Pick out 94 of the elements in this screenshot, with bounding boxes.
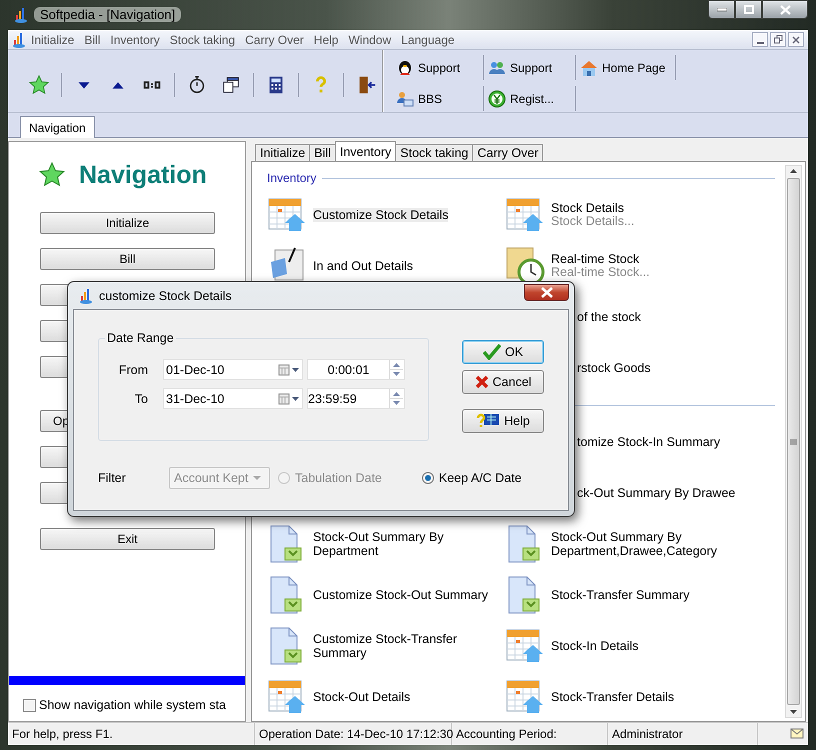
item-link[interactable]: Stock-Out Summary By Department,Drawee,Category xyxy=(551,530,741,558)
module-tab[interactable]: Inventory xyxy=(334,141,396,161)
item-link[interactable]: of the stock xyxy=(577,310,641,324)
star-icon xyxy=(39,162,65,188)
field-label: From xyxy=(118,362,149,376)
grip-icon xyxy=(790,438,797,444)
item-link[interactable]: Customize Stock Details xyxy=(313,208,448,222)
field-label: Filter xyxy=(98,471,127,485)
penguin-icon xyxy=(396,58,414,76)
nav-button[interactable]: Bill xyxy=(40,248,215,270)
module-tab[interactable]: Bill xyxy=(309,144,336,161)
date-field[interactable]: 01-Dec-10 xyxy=(163,359,303,380)
maximize-button[interactable] xyxy=(735,0,762,19)
minimize-icon xyxy=(716,8,726,12)
menu-item[interactable]: Help xyxy=(308,32,344,46)
item-link[interactable]: ck-Out Summary By Drawee xyxy=(577,486,736,500)
app-icon xyxy=(12,32,26,48)
item-link[interactable]: Stock-Out Details xyxy=(313,690,410,704)
module-tab[interactable]: Carry Over xyxy=(472,144,544,161)
status-text: Administrator xyxy=(608,723,758,745)
radio-option[interactable]: Keep A/C Date xyxy=(422,471,522,485)
toolbar-link[interactable]: Support xyxy=(484,55,576,80)
close-button[interactable] xyxy=(762,0,808,19)
status-text: Accounting Period: xyxy=(452,723,608,745)
minimize-button[interactable] xyxy=(708,0,735,19)
menu-item[interactable]: Stock taking xyxy=(164,32,240,46)
house-icon xyxy=(580,58,598,76)
navigation-title: Navigation xyxy=(79,160,207,190)
item-link[interactable]: Real-time Stock xyxy=(551,252,650,266)
app-icon xyxy=(14,7,28,23)
time-field[interactable]: 23:59:59 xyxy=(307,388,405,409)
minimize-icon xyxy=(756,42,764,44)
toolbar-link[interactable]: BBS xyxy=(392,86,484,111)
scrollbar[interactable] xyxy=(785,165,802,718)
module-tab[interactable]: Initialize xyxy=(255,144,310,161)
radio-button[interactable] xyxy=(422,472,434,484)
dialog-button[interactable]: OK xyxy=(462,340,544,364)
checkbox[interactable] xyxy=(23,698,36,712)
group-title: Date Range xyxy=(105,331,176,345)
item-subtitle: Stock Details... xyxy=(551,215,634,228)
check-icon xyxy=(482,344,501,360)
date-field[interactable]: 31-Dec-10 xyxy=(163,388,303,409)
cross-icon xyxy=(474,375,489,389)
minimize-button[interactable] xyxy=(752,32,768,47)
restore-button[interactable] xyxy=(770,32,786,47)
app-icon xyxy=(79,288,93,304)
toolbar-link[interactable]: Support xyxy=(392,55,484,80)
user-card-icon xyxy=(396,90,414,108)
dialog-button[interactable]: Cancel xyxy=(462,370,544,394)
status-text: Operation Date: 14-Dec-10 17:12:30 xyxy=(255,723,452,745)
item-link[interactable]: Customize Stock-Out Summary xyxy=(313,588,488,602)
coin-icon xyxy=(488,90,506,108)
item-link[interactable]: Stock-In Details xyxy=(551,638,639,652)
menu-item[interactable]: Language xyxy=(396,32,460,46)
menu-item[interactable]: Carry Over xyxy=(240,32,309,46)
window-title: Softpedia - [Navigation] xyxy=(34,7,182,22)
menu-item[interactable]: Initialize xyxy=(26,32,80,46)
caret-icon xyxy=(252,475,262,481)
item-link[interactable]: Customize Stock-Transfer Summary xyxy=(313,632,503,660)
close-icon xyxy=(540,287,552,298)
item-link[interactable]: Stock-Transfer Details xyxy=(551,690,674,704)
maximize-icon xyxy=(744,5,754,14)
item-link[interactable]: tomize Stock-In Summary xyxy=(577,434,720,448)
help-icon xyxy=(476,413,500,429)
mail-icon xyxy=(788,726,804,740)
close-button[interactable] xyxy=(524,284,569,301)
item-link[interactable]: In and Out Details xyxy=(313,258,414,272)
dialog-button[interactable]: Help xyxy=(462,409,544,433)
time-field[interactable]: 0:00:01 xyxy=(307,359,405,380)
close-icon xyxy=(792,36,800,44)
close-icon xyxy=(780,4,790,14)
toolbar-link[interactable]: Regist... xyxy=(484,86,576,111)
item-subtitle: Real-time Stock... xyxy=(551,266,650,279)
restore-icon xyxy=(774,35,782,44)
close-button[interactable] xyxy=(788,32,804,47)
toolbar-link[interactable]: Home Page xyxy=(576,55,676,80)
item-link[interactable]: Stock-Transfer Summary xyxy=(551,588,690,602)
spinner-icon[interactable] xyxy=(389,360,404,379)
module-tab[interactable]: Stock taking xyxy=(395,144,474,161)
item-link[interactable]: rstock Goods xyxy=(577,360,651,374)
menu-item[interactable]: Bill xyxy=(79,32,106,46)
status-text: For help, press F1. xyxy=(8,723,255,745)
nav-button[interactable]: Initialize xyxy=(40,212,215,234)
item-link[interactable]: Stock-Out Summary By Department xyxy=(313,530,503,558)
section-title: Inventory xyxy=(267,171,316,185)
nav-button[interactable]: Exit xyxy=(40,528,215,550)
spinner-icon[interactable] xyxy=(389,389,404,408)
field-label: To xyxy=(134,392,149,406)
item-link[interactable]: Stock Details xyxy=(551,201,634,215)
menu-item[interactable]: Window xyxy=(343,32,396,46)
checkbox-label: Show navigation while system sta xyxy=(39,698,226,712)
dialog-title: customize Stock Details xyxy=(99,288,232,302)
menu-item[interactable]: Inventory xyxy=(105,32,165,46)
document-tab[interactable]: Navigation xyxy=(20,116,95,138)
